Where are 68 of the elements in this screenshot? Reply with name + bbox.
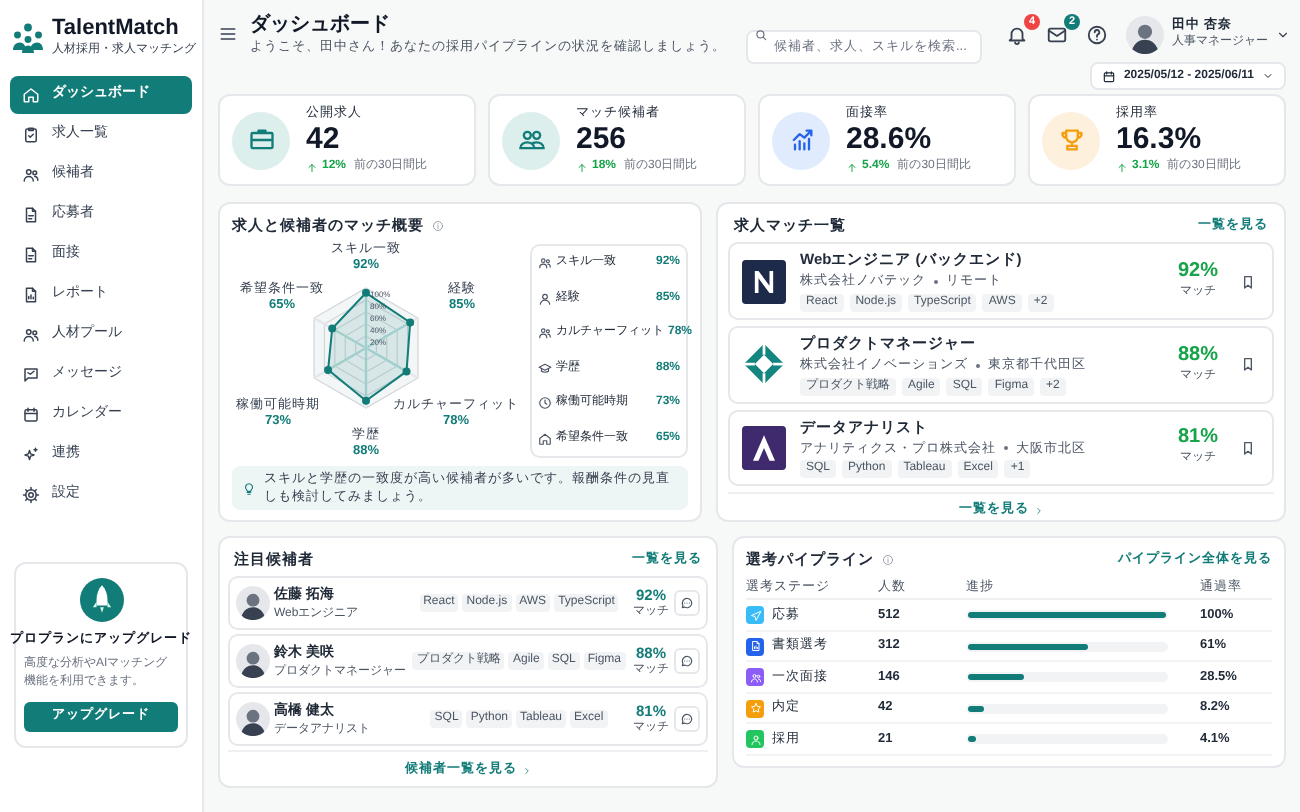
clipboard-icon: [22, 126, 40, 144]
users-icon: [538, 326, 552, 341]
graduation-cap-icon: [538, 361, 552, 376]
company-logo: [742, 425, 786, 470]
info-icon: [432, 219, 444, 232]
radar-area: [327, 292, 412, 403]
chevron-right-icon: [521, 765, 531, 776]
bookmark-icon: [1240, 356, 1256, 373]
clock-icon: [538, 396, 552, 411]
avatar: [236, 586, 270, 621]
info-icon: [882, 553, 894, 566]
radar-point: [362, 397, 370, 406]
chat-icon: [680, 712, 694, 727]
file-icon: [22, 246, 40, 264]
company-logo: [742, 259, 786, 304]
file-icon: [22, 206, 40, 224]
arrow-up-icon: [846, 161, 858, 173]
radar-point: [328, 325, 337, 333]
message-icon: [22, 366, 40, 384]
bookmark-icon: [1240, 273, 1256, 290]
menu-icon[interactable]: [218, 24, 238, 44]
match-score: 81%: [1177, 426, 1218, 451]
chevron-down-icon: [1262, 70, 1274, 82]
lightbulb-icon: [242, 481, 256, 495]
radar-point: [402, 367, 411, 376]
logo-icon: [10, 19, 46, 55]
avatar: [236, 644, 270, 679]
bookmark-icon: [1240, 439, 1256, 456]
home-icon: [22, 86, 40, 104]
stat-value: 28.6%: [846, 122, 934, 158]
calendar-icon: [22, 406, 40, 424]
chat-button[interactable]: [674, 590, 700, 617]
chat-button[interactable]: [674, 706, 700, 733]
chat-icon: [680, 596, 694, 611]
arrow-up-icon: [1116, 161, 1128, 173]
home-icon: [538, 431, 552, 446]
stat-value: 16.3%: [1116, 122, 1204, 158]
search-icon: [754, 27, 768, 41]
mail-icon: [1046, 23, 1068, 45]
help-icon: [1086, 23, 1108, 45]
users-icon: [538, 256, 552, 271]
bell-icon: [1006, 23, 1028, 45]
avatar: [1126, 15, 1164, 53]
radar-point: [362, 289, 370, 298]
chat-button[interactable]: [674, 648, 700, 675]
radar-point: [324, 366, 333, 375]
person-icon: [538, 291, 552, 306]
chevron-down-icon[interactable]: [1276, 27, 1290, 41]
radar-point: [406, 319, 415, 327]
match-score: 92%: [1177, 260, 1218, 285]
arrow-up-icon: [576, 161, 588, 173]
match-score: 88%: [1177, 343, 1218, 368]
arrow-up-icon: [306, 161, 318, 173]
users-icon: [22, 166, 40, 184]
page-title: ダッシュボード: [250, 11, 392, 37]
chat-icon: [680, 654, 694, 669]
brand-name: TalentMatch: [52, 16, 181, 42]
stat-value: 256: [576, 122, 629, 158]
stat-value: 42: [306, 122, 342, 158]
sparkle-icon: [22, 446, 40, 464]
chevron-right-icon: [1033, 505, 1043, 516]
avatar: [236, 702, 270, 737]
settings-icon: [22, 486, 40, 504]
calendar-icon: [1101, 69, 1116, 83]
rocket-icon: [79, 578, 123, 622]
document-icon: [22, 286, 40, 304]
users-icon: [22, 326, 40, 344]
company-logo: [742, 342, 786, 387]
